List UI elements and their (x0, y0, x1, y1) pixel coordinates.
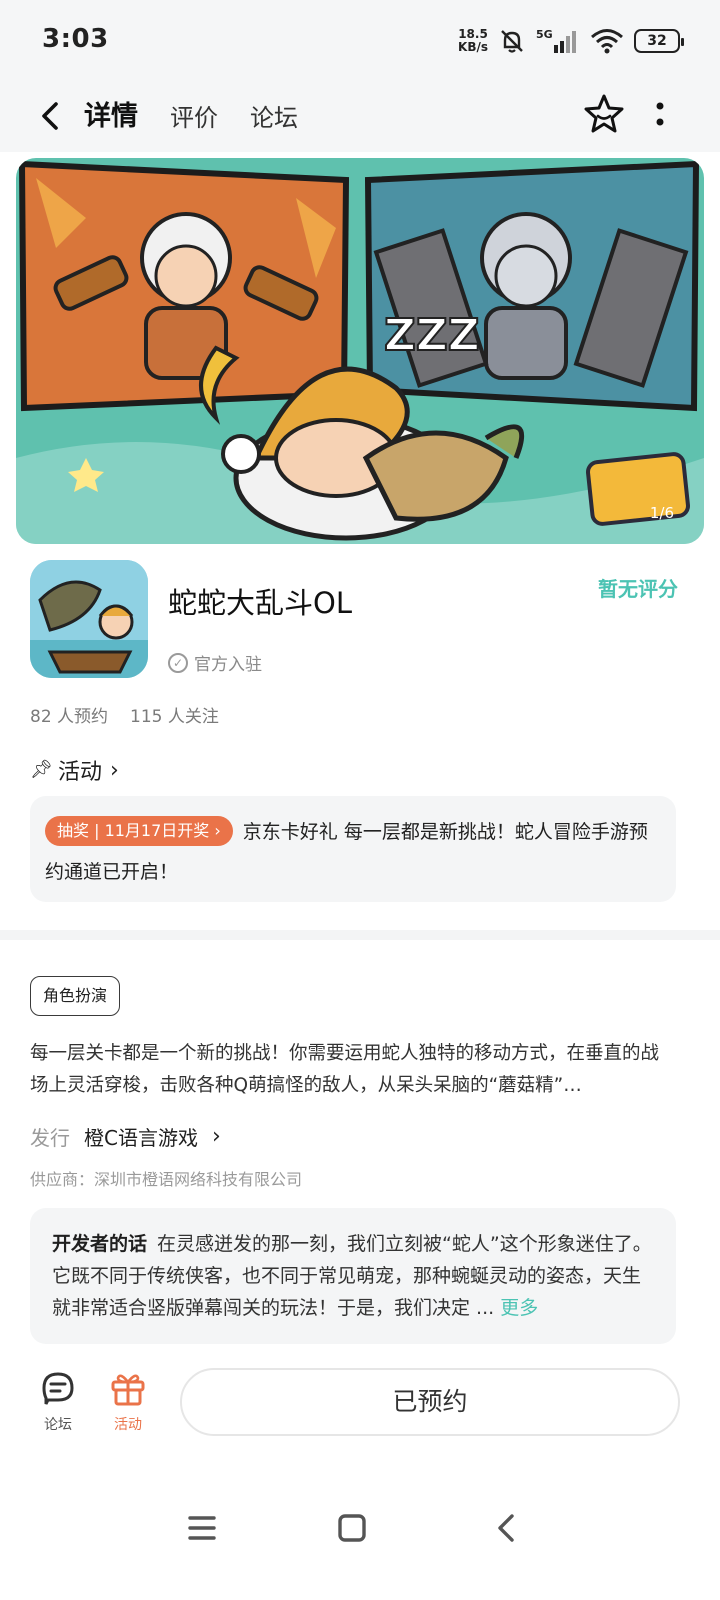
publisher-name: 橙C语言游戏 (84, 1126, 198, 1150)
5g-signal-icon: 5G (536, 28, 576, 53)
tab-detail[interactable]: 详情 (80, 94, 142, 133)
forum-button[interactable]: 论坛 (28, 1370, 88, 1434)
bottom-action-bar: 论坛 活动 已预约 (0, 1356, 720, 1456)
activity-button[interactable]: 活动 (98, 1370, 158, 1434)
tab-review[interactable]: 评价 (170, 98, 218, 133)
activity-header[interactable]: 📌︎ 活动 › (30, 754, 119, 786)
menu-icon[interactable] (182, 1508, 222, 1548)
reserved-button[interactable]: 已预约 (180, 1368, 680, 1436)
app-icon[interactable] (30, 560, 148, 678)
back-icon[interactable] (486, 1508, 526, 1548)
activity-card[interactable]: 抽奖 | 11月17日开奖 › 京东卡好礼 每一层都是新挑战！蛇人冒险手游预约通道… (30, 796, 676, 902)
follower-count: 115 人关注 (130, 707, 219, 727)
lottery-badge[interactable]: 抽奖 | 11月17日开奖 › (45, 816, 233, 846)
app-stats: 82 人预约 115 人关注 (30, 702, 219, 727)
pin-icon: 📌︎ (30, 759, 53, 780)
clock: 3:03 (42, 24, 109, 54)
favorite-star-icon[interactable] (582, 92, 626, 136)
section-divider (0, 930, 720, 940)
forum-label: 论坛 (44, 1417, 72, 1433)
banner-page-indicator: 1/6 (649, 504, 674, 522)
app-icon-art (30, 560, 148, 678)
tab-detail-label: 详情 (84, 101, 138, 132)
activity-heading: 活动 (58, 760, 103, 785)
genre-tag[interactable]: 角色扮演 (30, 976, 121, 1016)
game-description[interactable]: 每一层关卡都是一个新的挑战！你需要运用蛇人独特的移动方式，在垂直的战场上灵活穿梭… (30, 1038, 676, 1102)
game-banner[interactable]: ZZZ 1/6 (16, 158, 704, 544)
home-icon[interactable] (332, 1508, 372, 1548)
reservation-count: 82 人预约 (30, 707, 109, 727)
battery-icon: 32 (634, 29, 684, 53)
publisher-label: 发行 (30, 1126, 70, 1150)
system-navigation-bar (0, 1470, 720, 1600)
svg-text:5G: 5G (536, 28, 553, 41)
mute-bell-icon (501, 30, 523, 53)
status-icons: 18.5 KB/s 5G 32 (458, 26, 684, 56)
gift-icon (111, 1374, 145, 1406)
chevron-right-icon: › (110, 757, 119, 783)
activity-tab-label: 活动 (114, 1417, 142, 1433)
check-circle-icon: ✓ (168, 652, 188, 673)
banner-artwork (16, 160, 704, 544)
official-badge: ✓ 官方入驻 (168, 650, 262, 675)
developer-notes-card[interactable]: 开发者的话 在灵感迸发的那一刻，我们立刻被“蛇人”这个形象迷住了。它既不同于传统侠… (30, 1208, 676, 1344)
rating-status: 暂无评分 (598, 577, 678, 601)
net-speed-unit: KB/s (458, 40, 488, 54)
tab-forum[interactable]: 论坛 (250, 98, 298, 133)
forum-chat-icon (42, 1372, 74, 1405)
net-speed: 18.5 KB/s (458, 28, 488, 54)
developer-notes-title: 开发者的话 (52, 1233, 148, 1255)
zzz-text: ZZZ (383, 309, 481, 362)
supplier-info: 供应商：深圳市橙语网络科技有限公司 (30, 1170, 303, 1189)
official-label: 官方入驻 (194, 655, 262, 675)
more-vertical-icon[interactable] (650, 96, 670, 136)
top-nav: 详情 评价 论坛 (0, 84, 720, 152)
app-name: 蛇蛇大乱斗OL (168, 586, 352, 620)
more-link[interactable]: 更多 (500, 1297, 538, 1319)
chevron-right-icon: › (211, 1124, 221, 1149)
publisher-row[interactable]: 发行 橙C语言游戏 › (30, 1122, 221, 1151)
wifi-icon (591, 29, 623, 54)
status-bar: 3:03 18.5 KB/s 5G 32 (0, 0, 720, 84)
back-arrow-icon[interactable] (34, 96, 74, 136)
